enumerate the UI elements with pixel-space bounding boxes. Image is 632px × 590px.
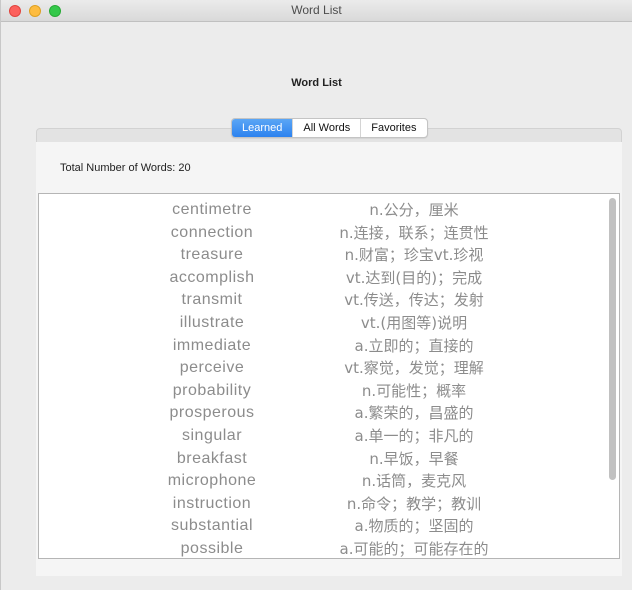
word-text: prosperous xyxy=(169,404,255,422)
word-meaning: vt.传送，传达；发射 xyxy=(344,291,484,310)
word-text: probability xyxy=(172,381,252,399)
title-bar[interactable]: Word List xyxy=(1,0,632,22)
list-item[interactable]: treasure n.财富；珍宝vt.珍视 xyxy=(39,244,619,266)
word-text: substantial xyxy=(171,517,253,535)
list-item[interactable]: instruction n.命令；教学；教训 xyxy=(39,493,619,515)
tab-favorites[interactable]: Favorites xyxy=(360,119,426,137)
word-meaning: n.命令；教学；教训 xyxy=(346,494,482,513)
word-meaning: vt.(用图等)说明 xyxy=(360,314,468,332)
word-meaning: n.财富；珍宝vt.珍视 xyxy=(344,246,484,265)
list-item[interactable]: possible a.可能的；可能存在的 xyxy=(39,538,619,558)
word-meaning: vt.达到(目的)；完成 xyxy=(345,268,483,287)
word-meaning: a.繁荣的，昌盛的 xyxy=(354,404,474,423)
word-meaning: n.连接，联系；连贯性 xyxy=(339,223,489,242)
word-meaning: n.可能性；概率 xyxy=(361,381,467,400)
word-text: instruction xyxy=(172,494,252,512)
list-item[interactable]: singular a.单一的；非凡的 xyxy=(39,425,619,447)
list-item[interactable]: immediate a.立即的；直接的 xyxy=(39,335,619,357)
list-item[interactable]: centimetre n.公分，厘米 xyxy=(39,199,619,221)
word-text: immediate xyxy=(172,336,252,354)
word-meaning: n.话筒，麦克风 xyxy=(361,472,467,491)
word-text: transmit xyxy=(181,291,243,309)
word-meaning: a.立即的；直接的 xyxy=(354,336,474,355)
word-meaning: a.单一的；非凡的 xyxy=(354,427,474,445)
list-item[interactable]: perceive vt.察觉，发觉；理解 xyxy=(39,357,619,379)
tab-all-words[interactable]: All Words xyxy=(292,119,360,137)
window-title: Word List xyxy=(291,3,342,17)
word-text: treasure xyxy=(180,246,244,264)
word-text: microphone xyxy=(167,472,257,490)
word-meaning: n.早饭，早餐 xyxy=(369,449,459,468)
list-item[interactable]: microphone n.话筒，麦克风 xyxy=(39,470,619,492)
word-meaning: a.物质的；坚固的 xyxy=(354,517,474,536)
word-text: centimetre xyxy=(172,201,252,218)
list-item[interactable]: prosperous a.繁荣的，昌盛的 xyxy=(39,402,619,424)
word-text: possible xyxy=(180,540,244,557)
word-meaning: vt.察觉，发觉；理解 xyxy=(344,359,484,378)
total-words-label: Total Number of Words: 20 xyxy=(60,162,191,174)
word-text: perceive xyxy=(179,359,245,377)
list-item[interactable]: breakfast n.早饭，早餐 xyxy=(39,448,619,470)
page-title: Word List xyxy=(291,77,342,89)
word-text: singular xyxy=(181,427,243,444)
app-window: Word List Word List Learned All Words Fa… xyxy=(0,0,632,590)
list-item[interactable]: substantial a.物质的；坚固的 xyxy=(39,515,619,537)
list-item[interactable]: connection n.连接，联系；连贯性 xyxy=(39,222,619,244)
list-item[interactable]: accomplish vt.达到(目的)；完成 xyxy=(39,267,619,289)
list-item[interactable]: illustrate vt.(用图等)说明 xyxy=(39,312,619,334)
list-item[interactable]: transmit vt.传送，传达；发射 xyxy=(39,289,619,311)
word-text: accomplish xyxy=(169,268,255,286)
word-meaning: n.公分，厘米 xyxy=(369,201,459,219)
word-text: illustrate xyxy=(179,314,245,331)
word-text: connection xyxy=(170,223,254,241)
word-meaning: a.可能的；可能存在的 xyxy=(339,540,489,558)
tab-bar: Learned All Words Favorites xyxy=(231,118,428,138)
word-text: breakfast xyxy=(176,449,248,467)
list-item[interactable]: probability n.可能性；概率 xyxy=(39,380,619,402)
word-list[interactable]: centimetre n.公分，厘米 connection n.连接，联系；连贯性 tr… xyxy=(38,193,620,559)
tab-learned[interactable]: Learned xyxy=(232,119,293,137)
